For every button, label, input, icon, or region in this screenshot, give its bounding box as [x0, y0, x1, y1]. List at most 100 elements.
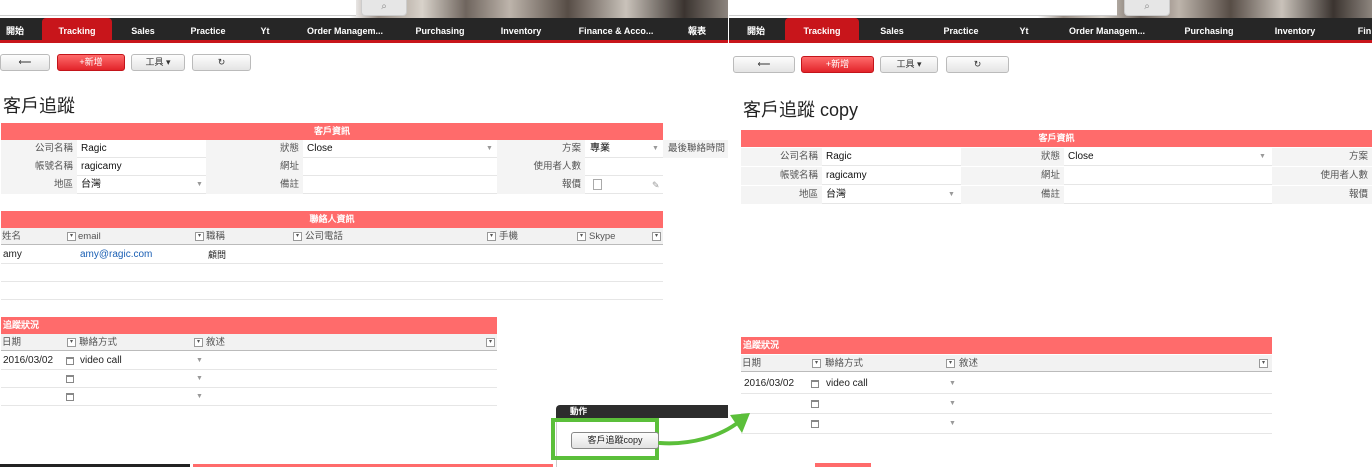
region-select[interactable]: 台灣: [78, 176, 198, 194]
back-button[interactable]: ⟵: [0, 54, 50, 71]
search-input[interactable]: [729, 0, 1117, 16]
contact-email-link[interactable]: amy@ragic.com: [80, 246, 152, 264]
column-dropdown-icon[interactable]: ▾: [194, 338, 203, 347]
field-label: 帳號名稱: [741, 167, 822, 185]
tracking-date[interactable]: 2016/03/02: [744, 374, 794, 394]
table-row[interactable]: amy amy@ragic.com 顧問: [1, 246, 663, 264]
table-row[interactable]: [1, 282, 663, 300]
field-label: 備註: [961, 186, 1064, 204]
search-button[interactable]: ⌕: [1124, 0, 1170, 16]
section-header-tracking: 追蹤狀況: [1, 317, 497, 334]
nav-item-active[interactable]: Tracking: [785, 18, 859, 43]
tools-button[interactable]: 工具 ▾: [131, 54, 185, 71]
tracking-date[interactable]: 2016/03/02: [3, 352, 53, 370]
nav-item[interactable]: Purchasing: [412, 18, 468, 43]
field-label: 網址: [206, 158, 303, 176]
company-field[interactable]: Ragic: [823, 148, 959, 166]
calendar-icon[interactable]: [811, 420, 819, 428]
form-row: 公司名稱 Ragic 狀態 Close ▼ 方案: [741, 148, 1372, 166]
field-label: 帳號名稱: [1, 158, 77, 176]
column-dropdown-icon[interactable]: ▾: [487, 232, 496, 241]
status-select[interactable]: Close: [304, 140, 494, 158]
nav-item[interactable]: Fin: [1357, 18, 1372, 43]
column-dropdown-icon[interactable]: ▾: [195, 232, 204, 241]
calendar-icon[interactable]: [66, 393, 74, 401]
column-dropdown-icon[interactable]: ▾: [293, 232, 302, 241]
paperclip-icon[interactable]: ✎: [652, 176, 660, 194]
tracking-method[interactable]: video call: [826, 374, 868, 394]
search-icon: ⌕: [381, 1, 387, 12]
chevron-down-icon: ▼: [949, 380, 956, 387]
back-button[interactable]: ⟵: [733, 56, 795, 73]
column-dropdown-icon[interactable]: ▾: [652, 232, 661, 241]
section-header-customer: 客戶資訊: [1, 123, 663, 140]
calendar-icon[interactable]: [66, 357, 74, 365]
nav-item[interactable]: Order Managem...: [305, 18, 385, 43]
refresh-button[interactable]: ↻: [946, 56, 1009, 73]
nav-item[interactable]: 報表: [686, 18, 708, 43]
calendar-icon[interactable]: [811, 380, 819, 388]
new-button[interactable]: +新增: [57, 54, 125, 71]
search-button[interactable]: ⌕: [361, 0, 407, 16]
column-dropdown-icon[interactable]: ▾: [946, 359, 955, 368]
table-row[interactable]: ▼: [1, 388, 497, 406]
column-dropdown-icon[interactable]: ▾: [577, 232, 586, 241]
section-header-tracking: 追蹤狀況: [741, 337, 1272, 354]
column-header: 日期: [2, 337, 22, 348]
new-button[interactable]: +新增: [801, 56, 874, 73]
plan-select[interactable]: 專業: [587, 140, 647, 158]
refresh-icon: ↻: [217, 57, 226, 67]
nav-item-active[interactable]: Tracking: [42, 18, 112, 43]
table-row[interactable]: [1, 264, 663, 282]
table-row[interactable]: ▼: [741, 414, 1272, 434]
main-nav: 開始 Tracking Sales Practice Yt Order Mana…: [729, 18, 1372, 43]
table-row[interactable]: 2016/03/02 video call ▼: [741, 374, 1272, 394]
account-field[interactable]: ragicamy: [78, 158, 204, 176]
field-label: 網址: [961, 167, 1064, 185]
column-header: 日期: [742, 358, 762, 369]
file-icon[interactable]: [593, 179, 602, 190]
table-row[interactable]: ▼: [1, 370, 497, 388]
nav-item[interactable]: Practice: [188, 18, 228, 43]
search-input[interactable]: [0, 0, 356, 16]
nav-item[interactable]: Yt: [1017, 18, 1031, 43]
nav-item[interactable]: Sales: [127, 18, 159, 43]
nav-item[interactable]: Practice: [941, 18, 981, 43]
column-dropdown-icon[interactable]: ▾: [67, 338, 76, 347]
column-dropdown-icon[interactable]: ▾: [486, 338, 495, 347]
nav-item[interactable]: Sales: [879, 18, 905, 43]
nav-item[interactable]: 開始: [745, 18, 767, 43]
calendar-icon[interactable]: [66, 375, 74, 383]
calendar-icon[interactable]: [811, 400, 819, 408]
field-label: 地區: [1, 176, 77, 194]
refresh-button[interactable]: ↻: [192, 54, 251, 71]
field-label: 狀態: [961, 148, 1064, 166]
field-label: 狀態: [206, 140, 303, 158]
column-dropdown-icon[interactable]: ▾: [812, 359, 821, 368]
nav-item[interactable]: Yt: [258, 18, 272, 43]
section-header-customer: 客戶資訊: [741, 130, 1372, 147]
region-select[interactable]: 台灣: [823, 186, 949, 204]
copy-action-button[interactable]: 客戶追蹤copy: [571, 432, 659, 449]
nav-item[interactable]: 開始: [4, 18, 26, 43]
right-screenshot: ⌕ 開始 Tracking Sales Practice Yt Order Ma…: [729, 0, 1372, 467]
column-dropdown-icon[interactable]: ▾: [67, 232, 76, 241]
nav-item[interactable]: Inventory: [1272, 18, 1318, 43]
nav-item[interactable]: Finance & Acco...: [577, 18, 655, 43]
nav-item[interactable]: Order Managem...: [1067, 18, 1147, 43]
column-header: 敘述: [206, 337, 226, 348]
contact-title: 顧問: [208, 250, 227, 260]
field-label: 報價: [497, 176, 585, 194]
table-row[interactable]: ▼: [741, 394, 1272, 414]
nav-item[interactable]: Inventory: [498, 18, 544, 43]
company-field[interactable]: Ragic: [78, 140, 204, 158]
field-label: 方案: [1272, 148, 1372, 166]
column-dropdown-icon[interactable]: ▾: [1259, 359, 1268, 368]
status-select[interactable]: Close: [1065, 148, 1265, 166]
tracking-method[interactable]: video call: [80, 352, 122, 370]
table-row[interactable]: 2016/03/02 video call ▼: [1, 352, 497, 370]
tools-button[interactable]: 工具 ▾: [880, 56, 938, 73]
nav-item[interactable]: Purchasing: [1184, 18, 1234, 43]
chevron-down-icon: ▼: [196, 375, 203, 382]
account-field[interactable]: ragicamy: [823, 167, 959, 185]
